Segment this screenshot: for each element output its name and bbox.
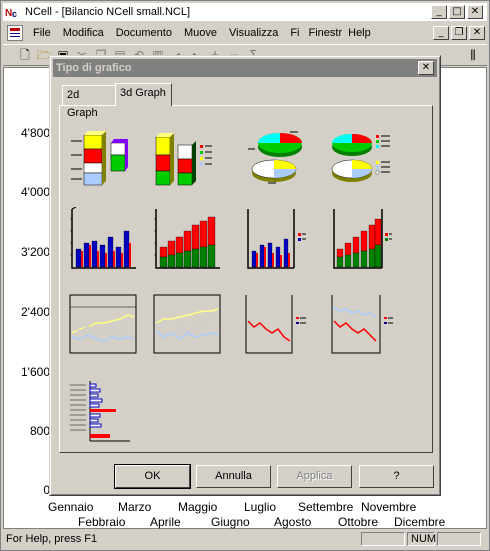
status-pane — [437, 532, 481, 546]
horizontal-bar-chart-thumb[interactable] — [68, 379, 132, 443]
dialog-title-bar: Tipo di grafico ✕ — [53, 59, 437, 77]
apply-button[interactable]: Applica — [277, 465, 352, 488]
3d-bar-blue-thumb[interactable] — [68, 207, 138, 271]
y-tick: 3'200 — [21, 245, 50, 259]
3d-stacked-bar-legend-thumb[interactable] — [152, 127, 216, 189]
x-label: Settembre — [298, 500, 354, 514]
svg-text:c: c — [12, 9, 17, 19]
y-tick: 4'000 — [21, 185, 50, 199]
ok-button[interactable]: OK — [114, 464, 191, 489]
3d-stacked-bar-labeled-thumb[interactable] — [68, 127, 132, 189]
y-tick: 1'600 — [21, 365, 50, 379]
x-label: Dicembre — [394, 515, 446, 529]
menu-modifica[interactable]: Modifica — [57, 27, 110, 39]
chart-gallery-panel — [59, 105, 433, 453]
mdi-close-button[interactable]: ✕ — [469, 26, 485, 40]
3d-bar-stacked-legend-thumb[interactable] — [330, 207, 392, 271]
mdi-minimize-button[interactable]: _ — [433, 26, 449, 40]
app-logo-icon: Nc — [5, 5, 21, 19]
mdi-restore-button[interactable]: ❐ — [451, 26, 467, 40]
y-tick: 800 — [29, 424, 50, 438]
x-label: Aprile — [150, 515, 181, 529]
dialog-title: Tipo di grafico — [56, 62, 132, 74]
x-label: Marzo — [118, 500, 152, 514]
y-tick: 2'400 — [21, 305, 50, 319]
menu-muove[interactable]: Muove — [178, 27, 223, 39]
close-button[interactable]: ✕ — [467, 5, 483, 19]
3d-bar-blue-legend-thumb[interactable] — [244, 207, 306, 271]
x-label: Novembre — [361, 500, 417, 514]
status-pane — [361, 532, 405, 546]
document-icon[interactable] — [7, 25, 23, 41]
minimize-button[interactable]: _ — [431, 5, 447, 19]
new-icon[interactable]: 🗋 — [17, 47, 33, 63]
column-chart-icon[interactable]: ⫼ — [465, 47, 481, 63]
line-chart-multi-legend-thumb[interactable] — [330, 293, 394, 355]
x-label: Gennaio — [48, 500, 94, 514]
dialog-close-button[interactable]: ✕ — [418, 61, 434, 75]
num-indicator: NUM — [407, 532, 436, 546]
line-chart-red-legend-thumb[interactable] — [244, 293, 308, 355]
help-button[interactable]: ? — [359, 465, 434, 488]
x-label: Agosto — [274, 515, 312, 529]
menu-fi[interactable]: Fi — [284, 27, 305, 39]
title-bar: Nc NCell - [Bilancio NCell small.NCL] _ … — [3, 3, 487, 21]
menu-file[interactable]: File — [27, 27, 57, 39]
maximize-button[interactable]: □ — [449, 5, 465, 19]
3d-pie-labeled-thumb[interactable] — [246, 127, 310, 189]
x-label: Febbraio — [78, 515, 126, 529]
x-label: Luglio — [244, 500, 277, 514]
line-chart-grid-thumb[interactable] — [152, 293, 222, 355]
chart-type-dialog: Tipo di grafico ✕ 2d Graph 3d Graph OK A… — [49, 55, 441, 496]
tab-3d-graph[interactable]: 3d Graph — [115, 83, 172, 106]
3d-bar-stacked-thumb[interactable] — [152, 207, 222, 271]
x-label: Maggio — [178, 500, 218, 514]
3d-pie-legend-thumb[interactable] — [330, 127, 394, 189]
menu-documento[interactable]: Documento — [110, 27, 178, 39]
menu-visualizza[interactable]: Visualizza — [223, 27, 284, 39]
tab-2d-graph[interactable]: 2d Graph — [62, 85, 116, 119]
menu-help[interactable]: Help — [345, 27, 374, 39]
x-label: Giugno — [211, 515, 250, 529]
menu-finestra[interactable]: Finestr — [306, 27, 346, 39]
menu-bar: File Modifica Documento Muove Visualizza… — [3, 23, 487, 43]
x-label: Ottobre — [338, 515, 379, 529]
status-text: For Help, press F1 — [6, 533, 98, 545]
y-tick: 4'800 — [21, 126, 50, 140]
cancel-button[interactable]: Annulla — [196, 465, 271, 488]
window-title: NCell - [Bilancio NCell small.NCL] — [25, 6, 191, 18]
line-chart-thumb[interactable] — [68, 293, 138, 355]
y-tick: 0 — [43, 483, 50, 497]
